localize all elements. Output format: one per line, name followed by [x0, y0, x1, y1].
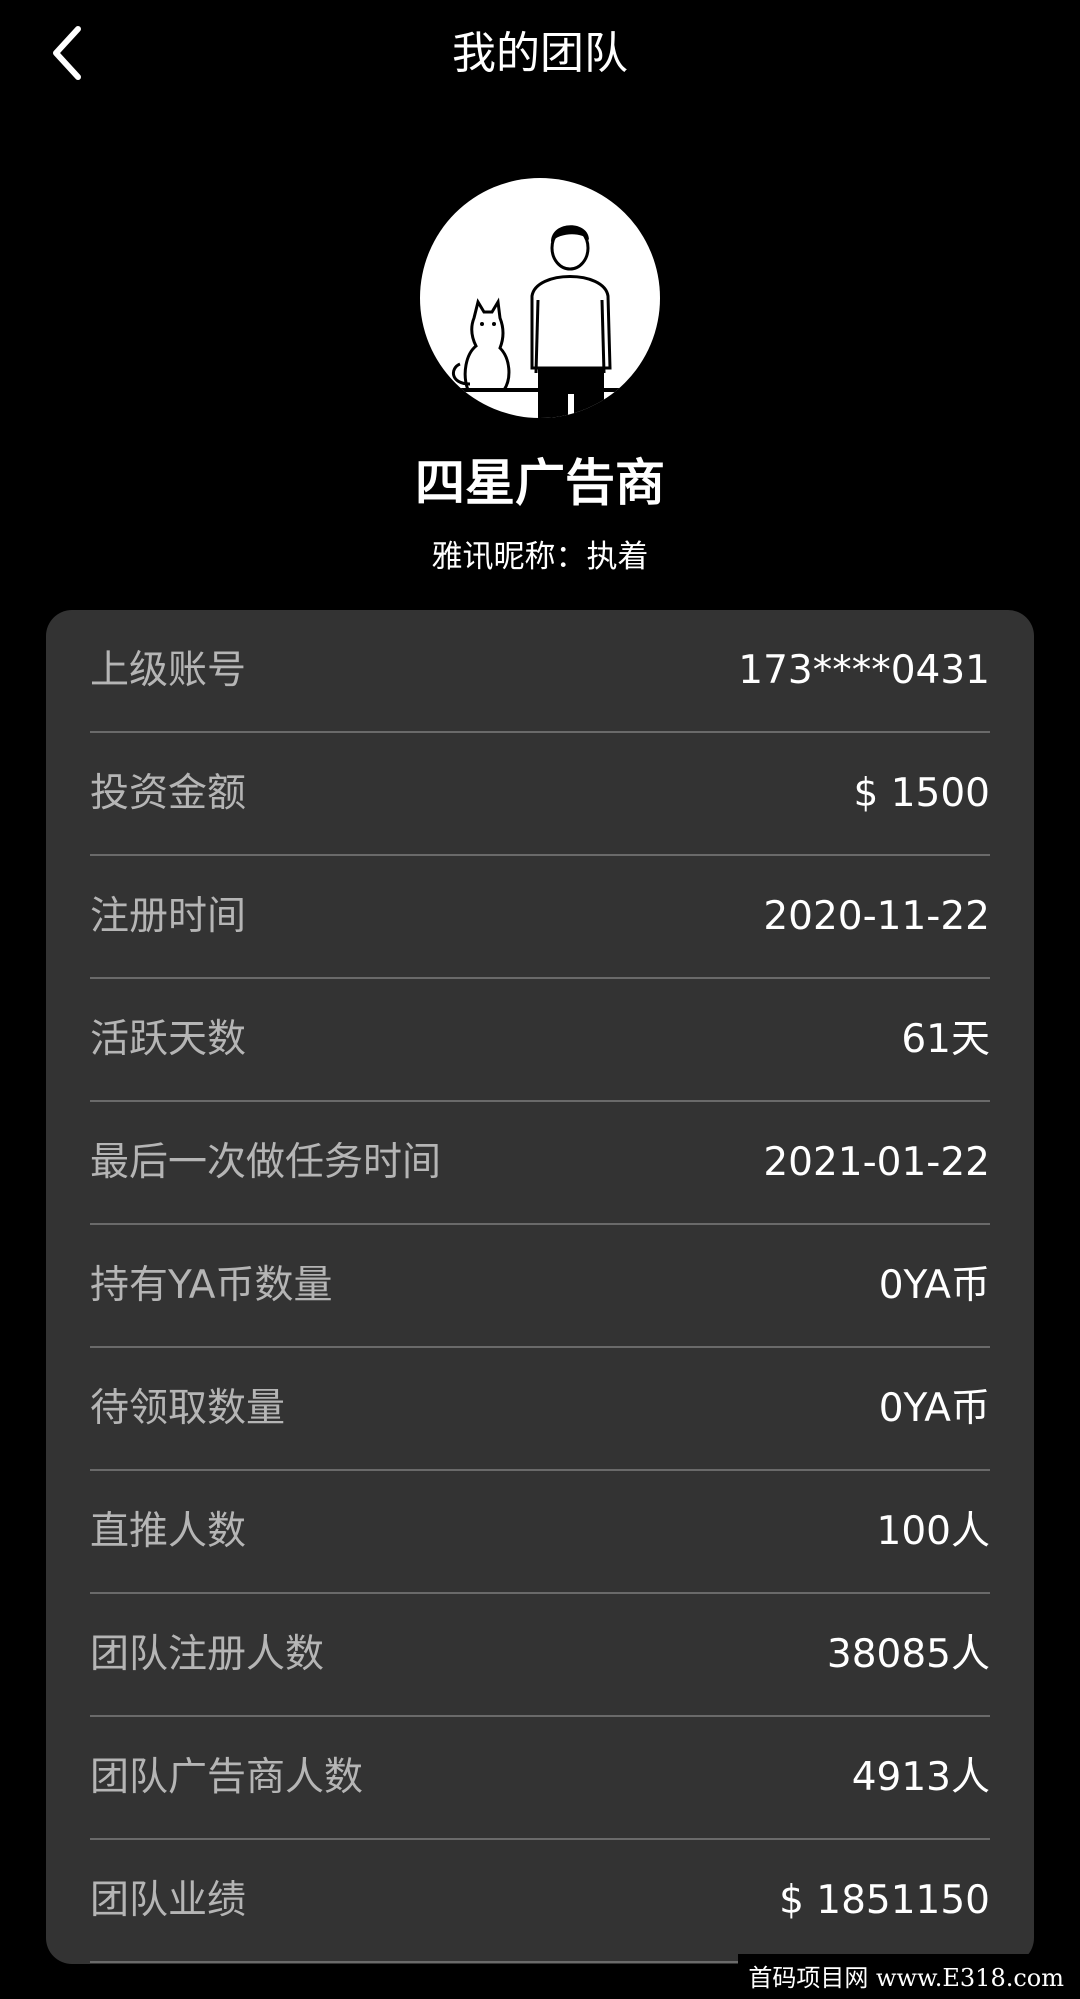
- row-value: 2020-11-22: [763, 894, 990, 939]
- row-value: 4913人: [851, 1755, 990, 1800]
- row-label: 待领取数量: [90, 1386, 286, 1431]
- row-label: 注册时间: [90, 894, 247, 939]
- row-label: 团队注册人数: [90, 1632, 325, 1677]
- row-label: 活跃天数: [90, 1017, 247, 1062]
- info-row-investment: 投资金额 $ 1500: [90, 733, 990, 856]
- row-value: 173****0431: [738, 648, 990, 693]
- info-row-last-task-time: 最后一次做任务时间 2021-01-22: [90, 1102, 990, 1225]
- team-info-card: 上级账号 173****0431 投资金额 $ 1500 注册时间 2020-1…: [46, 610, 1034, 1964]
- row-value: 61天: [901, 1017, 990, 1062]
- row-value: $ 1851150: [779, 1878, 990, 1923]
- info-row-ya-coin-balance: 持有YA币数量 0YA币: [90, 1225, 990, 1348]
- row-value: 38085人: [826, 1632, 990, 1677]
- avatar-illustration: [440, 225, 650, 418]
- row-label: 团队业绩: [90, 1878, 247, 1923]
- row-label: 投资金额: [90, 771, 247, 816]
- row-value: 2021-01-22: [763, 1140, 990, 1185]
- row-value: 100人: [876, 1509, 990, 1554]
- info-row-pending-claim: 待领取数量 0YA币: [90, 1348, 990, 1471]
- info-row-direct-referrals: 直推人数 100人: [90, 1471, 990, 1594]
- row-value: 0YA币: [878, 1386, 990, 1431]
- info-row-team-performance: 团队业绩 $ 1851150: [90, 1840, 990, 1963]
- top-bar: 我的团队: [0, 0, 1080, 112]
- row-label: 持有YA币数量: [90, 1263, 333, 1308]
- row-label: 最后一次做任务时间: [90, 1140, 442, 1185]
- info-row-team-registrations: 团队注册人数 38085人: [90, 1594, 990, 1717]
- row-label: 直推人数: [90, 1509, 247, 1554]
- row-label: 上级账号: [90, 648, 247, 693]
- member-level: 四星广告商: [415, 454, 665, 512]
- row-value: 0YA币: [878, 1263, 990, 1308]
- info-row-register-time: 注册时间 2020-11-22: [90, 856, 990, 979]
- info-row-superior-account: 上级账号 173****0431: [90, 610, 990, 733]
- row-label: 团队广告商人数: [90, 1755, 364, 1800]
- page-title: 我的团队: [452, 28, 628, 79]
- info-row-active-days: 活跃天数 61天: [90, 979, 990, 1102]
- watermark: 首码项目网 www.E318.com: [738, 1954, 1074, 1997]
- avatar: [420, 178, 660, 418]
- row-value: $ 1500: [853, 771, 990, 816]
- nickname: 雅讯昵称：执着: [431, 539, 649, 575]
- info-row-team-advertisers: 团队广告商人数 4913人: [90, 1717, 990, 1840]
